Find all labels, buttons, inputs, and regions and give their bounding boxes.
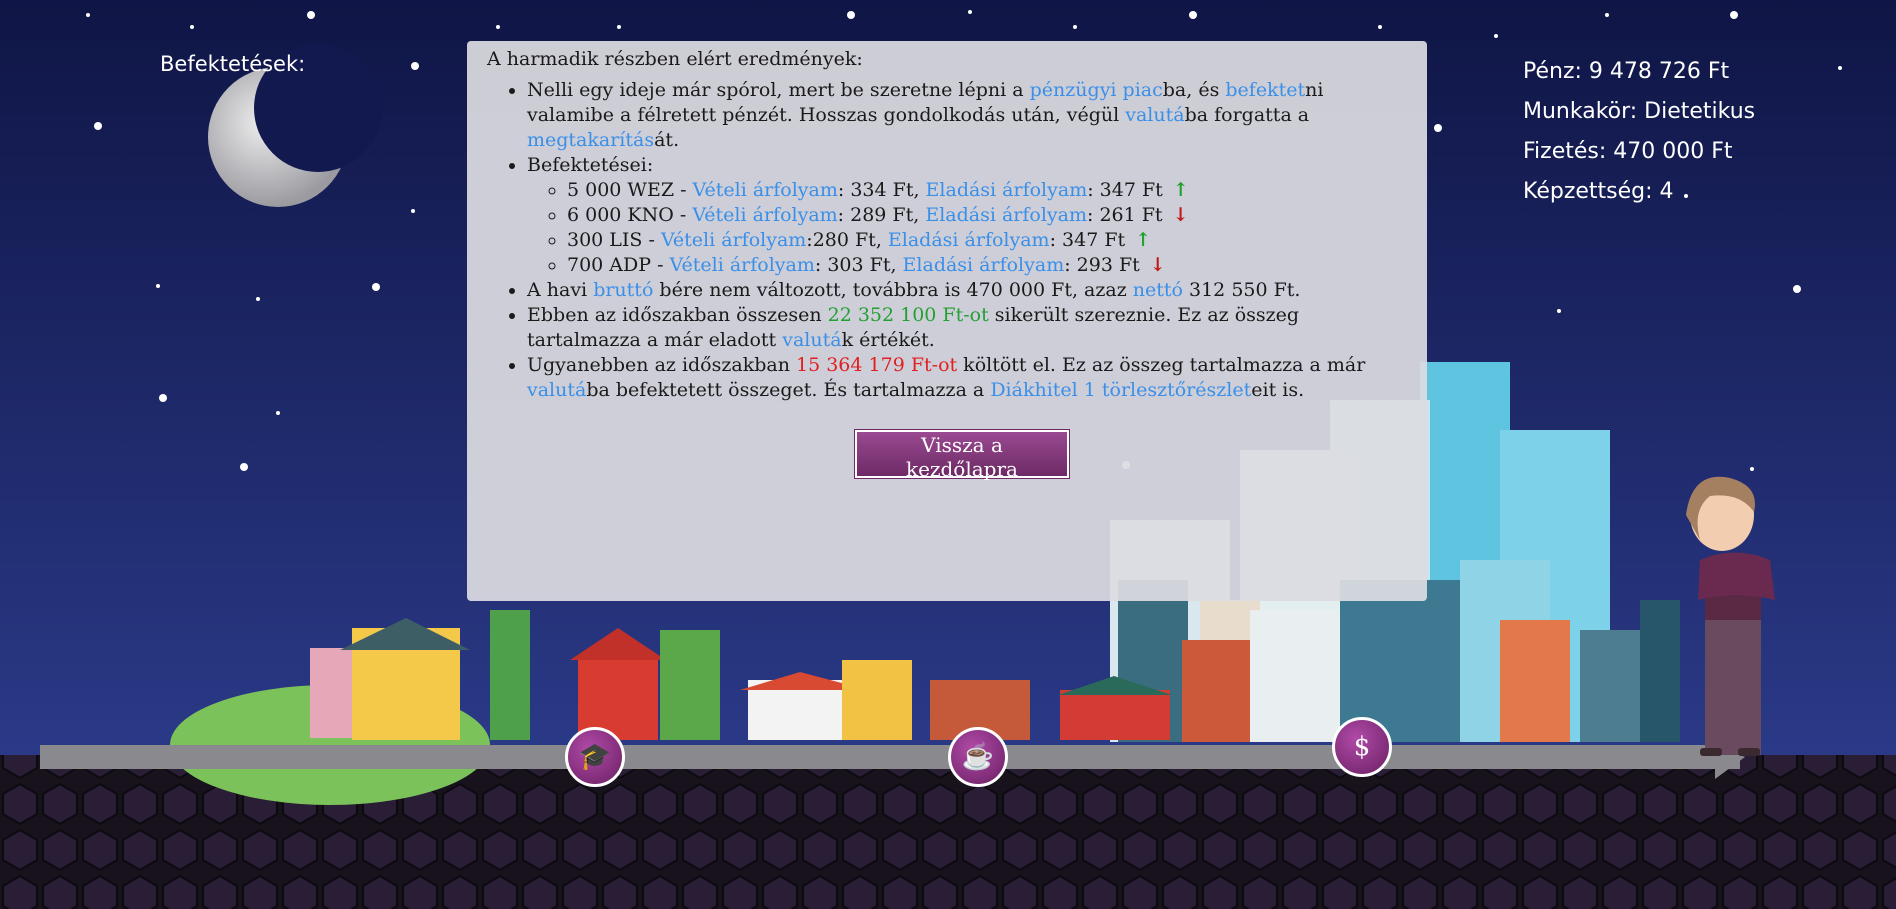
coffee-glyph: ☕ — [961, 742, 995, 772]
list-item: Befektetései: 5 000 WEZ - Vételi árfolya… — [527, 153, 1407, 278]
text: Nelli egy ideje már spórol, mert be szer… — [527, 79, 1030, 101]
investment-amount: 300 LIS - — [567, 229, 661, 251]
sell-rate-link[interactable]: Eladási árfolyam — [925, 204, 1087, 226]
term-link[interactable]: valutá — [782, 329, 841, 351]
investment-amount: 5 000 WEZ - — [567, 179, 693, 201]
text: ba befektetett összeget. És tartalmazza … — [586, 379, 991, 401]
coins-icon[interactable]: $ — [1332, 717, 1392, 777]
investment-item: 5 000 WEZ - Vételi árfolyam: 334 Ft, Ela… — [567, 178, 1407, 203]
sell-rate: : 347 Ft — [1087, 179, 1163, 201]
investment-item: 300 LIS - Vételi árfolyam:280 Ft, Eladás… — [567, 228, 1407, 253]
arrow-down-icon: ↓ — [1149, 254, 1166, 276]
results-panel: A harmadik részben elért eredmények: Nel… — [467, 41, 1427, 601]
text: eit is. — [1251, 379, 1305, 401]
buy-rate-link[interactable]: Vételi árfolyam — [692, 204, 837, 226]
list-item: Ebben az időszakban összesen 22 352 100 … — [527, 303, 1407, 353]
investment-amount: 6 000 KNO - — [567, 204, 693, 226]
term-link[interactable]: nettó — [1133, 279, 1183, 301]
arrow-up-icon: ↑ — [1135, 229, 1152, 251]
term-link[interactable]: Diákhitel 1 törlesztőrészlet — [990, 379, 1251, 401]
text: 312 550 Ft. — [1182, 279, 1301, 301]
timeline-bar — [40, 745, 1740, 769]
investment-amount: 700 ADP - — [567, 254, 670, 276]
sell-rate-link[interactable]: Eladási árfolyam — [926, 179, 1088, 201]
text: k értékét. — [841, 329, 935, 351]
sell-rate: : 293 Ft — [1064, 254, 1140, 276]
coins-glyph: $ — [1353, 732, 1371, 762]
education-stat: Képzettség: 4 — [1523, 179, 1674, 204]
text: ba forgatta a — [1184, 104, 1310, 126]
list-item: Ugyanebben az időszakban 15 364 179 Ft-o… — [527, 353, 1407, 403]
text: Ugyanebben az időszakban — [527, 354, 796, 376]
arrow-down-icon: ↓ — [1172, 204, 1189, 226]
investments-heading: Befektetései: — [527, 154, 654, 176]
buy-rate: : 334 Ft, — [837, 179, 926, 201]
text: költött el. Ez az összeg tartalmazza a m… — [957, 354, 1366, 376]
graduation-cap-glyph: 🎓 — [578, 742, 612, 772]
buy-rate: : 303 Ft, — [814, 254, 903, 276]
sell-rate-link[interactable]: Eladási árfolyam — [903, 254, 1065, 276]
investments-label: Befektetések: — [160, 52, 306, 76]
income-amount: 22 352 100 Ft-ot — [827, 304, 989, 326]
term-link[interactable]: bruttó — [593, 279, 653, 301]
arrow-up-icon: ↑ — [1172, 179, 1189, 201]
job-stat: Munkakör: Dietetikus — [1523, 99, 1756, 124]
term-link[interactable]: valutá — [527, 379, 586, 401]
term-link[interactable]: valutá — [1125, 104, 1184, 126]
buy-rate-link[interactable]: Vételi árfolyam — [670, 254, 815, 276]
back-to-home-button[interactable]: Vissza a kezdőlapra — [855, 430, 1069, 481]
spending-amount: 15 364 179 Ft-ot — [796, 354, 958, 376]
player-stats: Pénz: 9 478 726 Ft Munkakör: Dietetikus … — [1523, 52, 1755, 212]
term-link[interactable]: befektet — [1225, 79, 1305, 101]
salary-stat: Fizetés: 470 000 Ft — [1523, 139, 1733, 164]
money-stat: Pénz: 9 478 726 Ft — [1523, 59, 1730, 84]
investment-item: 700 ADP - Vételi árfolyam: 303 Ft, Eladá… — [567, 253, 1407, 278]
text: bére nem változott, továbbra is 470 000 … — [653, 279, 1133, 301]
panel-title: A harmadik részben elért eredmények: — [487, 48, 863, 70]
investments-list: 5 000 WEZ - Vételi árfolyam: 334 Ft, Ela… — [527, 178, 1407, 278]
term-link[interactable]: pénzügyi piac — [1030, 79, 1163, 101]
list-item: A havi bruttó bére nem változott, tovább… — [527, 278, 1407, 303]
list-item: Nelli egy ideje már spórol, mert be szer… — [527, 78, 1407, 153]
buy-rate-link[interactable]: Vételi árfolyam — [693, 179, 838, 201]
results-list: Nelli egy ideje már spórol, mert be szer… — [487, 78, 1407, 403]
sell-rate-link[interactable]: Eladási árfolyam — [888, 229, 1050, 251]
text: Ebben az időszakban összesen — [527, 304, 828, 326]
sell-rate: : 347 Ft — [1049, 229, 1126, 251]
text: ba, és — [1162, 79, 1226, 101]
text: A havi — [527, 279, 594, 301]
graduation-cap-icon[interactable]: 🎓 — [565, 727, 625, 787]
buy-rate: : 289 Ft, — [837, 204, 926, 226]
buy-rate: :280 Ft, — [806, 229, 888, 251]
text: át. — [654, 129, 680, 151]
term-link[interactable]: megtakarítás — [527, 129, 654, 151]
buy-rate-link[interactable]: Vételi árfolyam — [661, 229, 806, 251]
sell-rate: : 261 Ft — [1087, 204, 1163, 226]
document-coffee-icon[interactable]: ☕ — [948, 727, 1008, 787]
investment-item: 6 000 KNO - Vételi árfolyam: 289 Ft, Ela… — [567, 203, 1407, 228]
